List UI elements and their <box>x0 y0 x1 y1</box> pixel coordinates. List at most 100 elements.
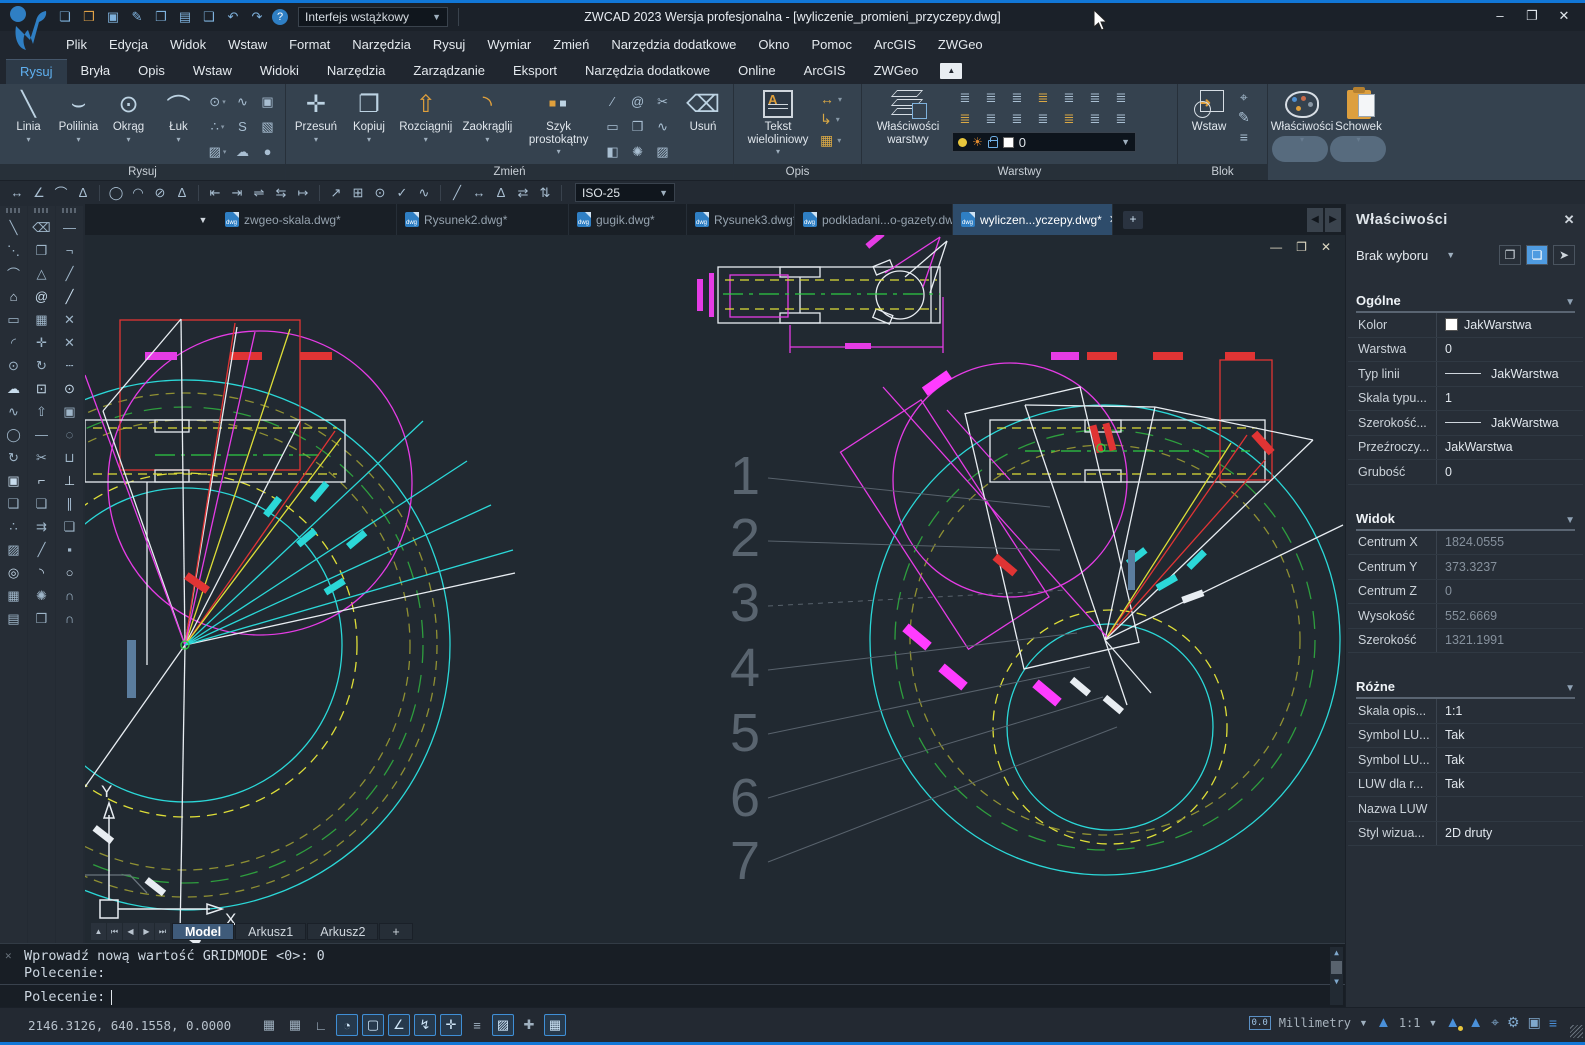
last-layout-icon[interactable]: ⏭ <box>155 923 170 940</box>
dim-override-icon[interactable]: ⇄ <box>512 185 534 201</box>
property-row[interactable]: LUW dla r... Tak <box>1348 773 1583 798</box>
multiple-points-icon[interactable]: ∴ <box>2 515 26 538</box>
separator[interactable] <box>561 185 562 201</box>
dim-continue-icon[interactable]: ⇥ <box>226 185 248 201</box>
new-file-icon[interactable]: ❏ <box>56 8 74 26</box>
offset-icon[interactable]: @ <box>30 285 54 308</box>
annotation-scale-icon[interactable]: ▲ <box>1376 1014 1391 1031</box>
copy-icon[interactable]: ❐ <box>152 8 170 26</box>
snap-apparent-icon[interactable]: ✕ <box>58 331 82 354</box>
dimension-linear-icon[interactable]: ↔▾ <box>820 91 842 107</box>
precision-icon[interactable]: 0.0 <box>1249 1016 1271 1030</box>
explode-icon[interactable]: ✺ <box>30 584 54 607</box>
next-layout-icon[interactable]: ▶ <box>139 923 154 940</box>
snap-extension-icon[interactable]: ┄ <box>58 354 82 377</box>
snap-quadrant-icon[interactable]: ▣ <box>58 400 82 423</box>
table-icon[interactable]: ▦▾ <box>820 132 842 149</box>
rect-corner-icon[interactable]: ❏ <box>30 492 54 515</box>
hatch-edit-icon[interactable]: ▨ <box>650 139 675 164</box>
menu-item[interactable]: Edycja <box>98 33 159 56</box>
new-drawing-button[interactable]: + <box>1123 211 1143 229</box>
line-button[interactable]: ╲ Linia ▾ <box>5 87 52 161</box>
scale-icon[interactable]: ⊡ <box>30 377 54 400</box>
dim-radius-icon[interactable]: ◯ <box>105 185 127 201</box>
lengthen-icon[interactable]: ∕ <box>600 89 625 114</box>
chamfer-icon[interactable]: ╱ <box>30 538 54 561</box>
document-tab[interactable]: wyliczen...yczepy.dwg* ✕ <box>953 204 1113 235</box>
snap-tracking-icon[interactable]: ↯ <box>414 1014 436 1036</box>
document-tab[interactable]: Rysunek2.dwg* ✕ <box>397 204 569 235</box>
grid-display-icon[interactable]: ▦ <box>284 1014 306 1036</box>
layer-previous-icon[interactable]: ≣ <box>1030 108 1056 129</box>
rectangle-edit-icon[interactable]: ▭ <box>600 114 625 139</box>
rectangle-icon[interactable]: ▭ <box>2 308 26 331</box>
ribbon-collapse-icon[interactable]: ▲ <box>940 63 962 79</box>
menu-item[interactable]: Wstaw <box>217 33 278 56</box>
snap-endpoint-icon[interactable]: — <box>58 216 82 239</box>
dim-oblique-icon[interactable]: ╱ <box>446 185 468 201</box>
cycle-select-icon[interactable]: ✚ <box>518 1014 540 1036</box>
snap-settings-icon[interactable]: ∩ <box>58 607 82 630</box>
ribbon-tab[interactable]: Eksport <box>499 59 571 84</box>
dim-jog-line-icon[interactable]: ∿ <box>413 185 435 201</box>
menu-item[interactable]: Narzędzia <box>341 33 422 56</box>
help-icon[interactable]: ? <box>272 9 288 25</box>
select-objects-icon[interactable]: ❏ <box>1526 245 1548 265</box>
menu-item[interactable]: Widok <box>159 33 217 56</box>
mdi-restore-icon[interactable]: ❐ <box>1296 240 1307 254</box>
mtext-button[interactable]: Tekst wieloliniowy ▾ <box>739 87 817 161</box>
transparency-icon[interactable]: ▨ <box>492 1014 514 1036</box>
snap-node-icon[interactable]: ◌ <box>58 423 82 446</box>
dim-ordinate-icon[interactable]: ∆ <box>72 185 94 200</box>
save-as-icon[interactable]: ✎ <box>128 8 146 26</box>
units-selector[interactable]: Millimetry <box>1279 1016 1351 1030</box>
settings-gear-icon[interactable]: ⚙ <box>1507 1014 1520 1031</box>
panel-close-icon[interactable]: ✕ <box>1564 212 1575 228</box>
property-row[interactable]: Warstwa 0 <box>1348 338 1583 363</box>
layout-tab[interactable]: Model <box>172 923 234 940</box>
menu-item[interactable]: ArcGIS <box>863 33 927 56</box>
attribute-define-icon[interactable]: ≡ <box>1238 129 1250 145</box>
lineweight-icon[interactable]: ≡ <box>466 1014 488 1036</box>
fillet-button[interactable]: ◝ Zaokrąglij ▾ <box>458 87 518 161</box>
revcloud-icon[interactable]: ☁ <box>230 139 255 164</box>
dim-text-angle-icon[interactable]: ↔ <box>468 185 490 200</box>
leader-icon[interactable]: ↳▾ <box>820 111 842 128</box>
trim-icon[interactable]: ✂ <box>650 89 675 114</box>
section-header-rozne[interactable]: Różne▼ <box>1356 679 1575 699</box>
maximize-button[interactable]: ❐ <box>1521 8 1543 26</box>
snap-center-icon[interactable]: ⊙ <box>58 377 82 400</box>
ellipse-axis-icon[interactable]: ⊙ <box>205 89 230 114</box>
dim-space-icon[interactable]: ⇌ <box>248 185 270 201</box>
ortho-icon[interactable]: ∟ <box>310 1014 332 1036</box>
quick-select-icon[interactable]: ❐ <box>1499 245 1521 265</box>
fillet-icon[interactable]: ◝ <box>30 561 54 584</box>
spline-icon[interactable]: ∿ <box>2 400 26 423</box>
make-block-icon[interactable]: ❑ <box>2 492 26 515</box>
block-create-icon[interactable]: ⌖ <box>1238 89 1250 106</box>
snap-segment2-icon[interactable]: ╱ <box>58 285 82 308</box>
open-folder-icon[interactable]: ❒ <box>80 8 98 26</box>
redo-icon[interactable]: ↷ <box>248 8 266 26</box>
section-header-widok[interactable]: Widok▼ <box>1356 511 1575 531</box>
first-layout-icon[interactable]: ⏮ <box>107 923 122 940</box>
stretch-button[interactable]: ⇧ Rozciągnij ▾ <box>397 87 455 161</box>
document-tab[interactable]: gugik.dwg* ✕ <box>569 204 687 235</box>
section-header-ogolne[interactable]: Ogólne▼ <box>1356 293 1575 313</box>
ribbon-tab[interactable]: Widoki <box>246 59 313 84</box>
annotation-autoscale-icon[interactable]: ▲ <box>1468 1014 1483 1031</box>
property-row[interactable]: Nazwa LUW <box>1348 797 1583 822</box>
workspace-selector[interactable]: Interfejs wstążkowy ▼ <box>298 7 448 27</box>
resize-grip[interactable] <box>1570 1025 1583 1038</box>
layer-thaw-icon[interactable]: ≣ <box>1108 87 1134 108</box>
fullscreen-icon[interactable]: ▣ <box>1528 1014 1541 1031</box>
ribbon-tab[interactable]: ArcGIS <box>790 59 860 84</box>
separator[interactable] <box>319 185 320 201</box>
layout-tab[interactable]: Arkusz2 <box>307 923 378 940</box>
layer-off-icon[interactable]: ≣ <box>952 87 978 108</box>
move-button[interactable]: ✛ Przesuń ▾ <box>291 87 341 161</box>
annotation-scale-value[interactable]: 1:1 <box>1399 1016 1421 1030</box>
save-icon[interactable]: ▣ <box>104 8 122 26</box>
menu-item[interactable]: ZWGeo <box>927 33 994 56</box>
dim-inspect-icon[interactable]: ✓ <box>391 185 413 201</box>
